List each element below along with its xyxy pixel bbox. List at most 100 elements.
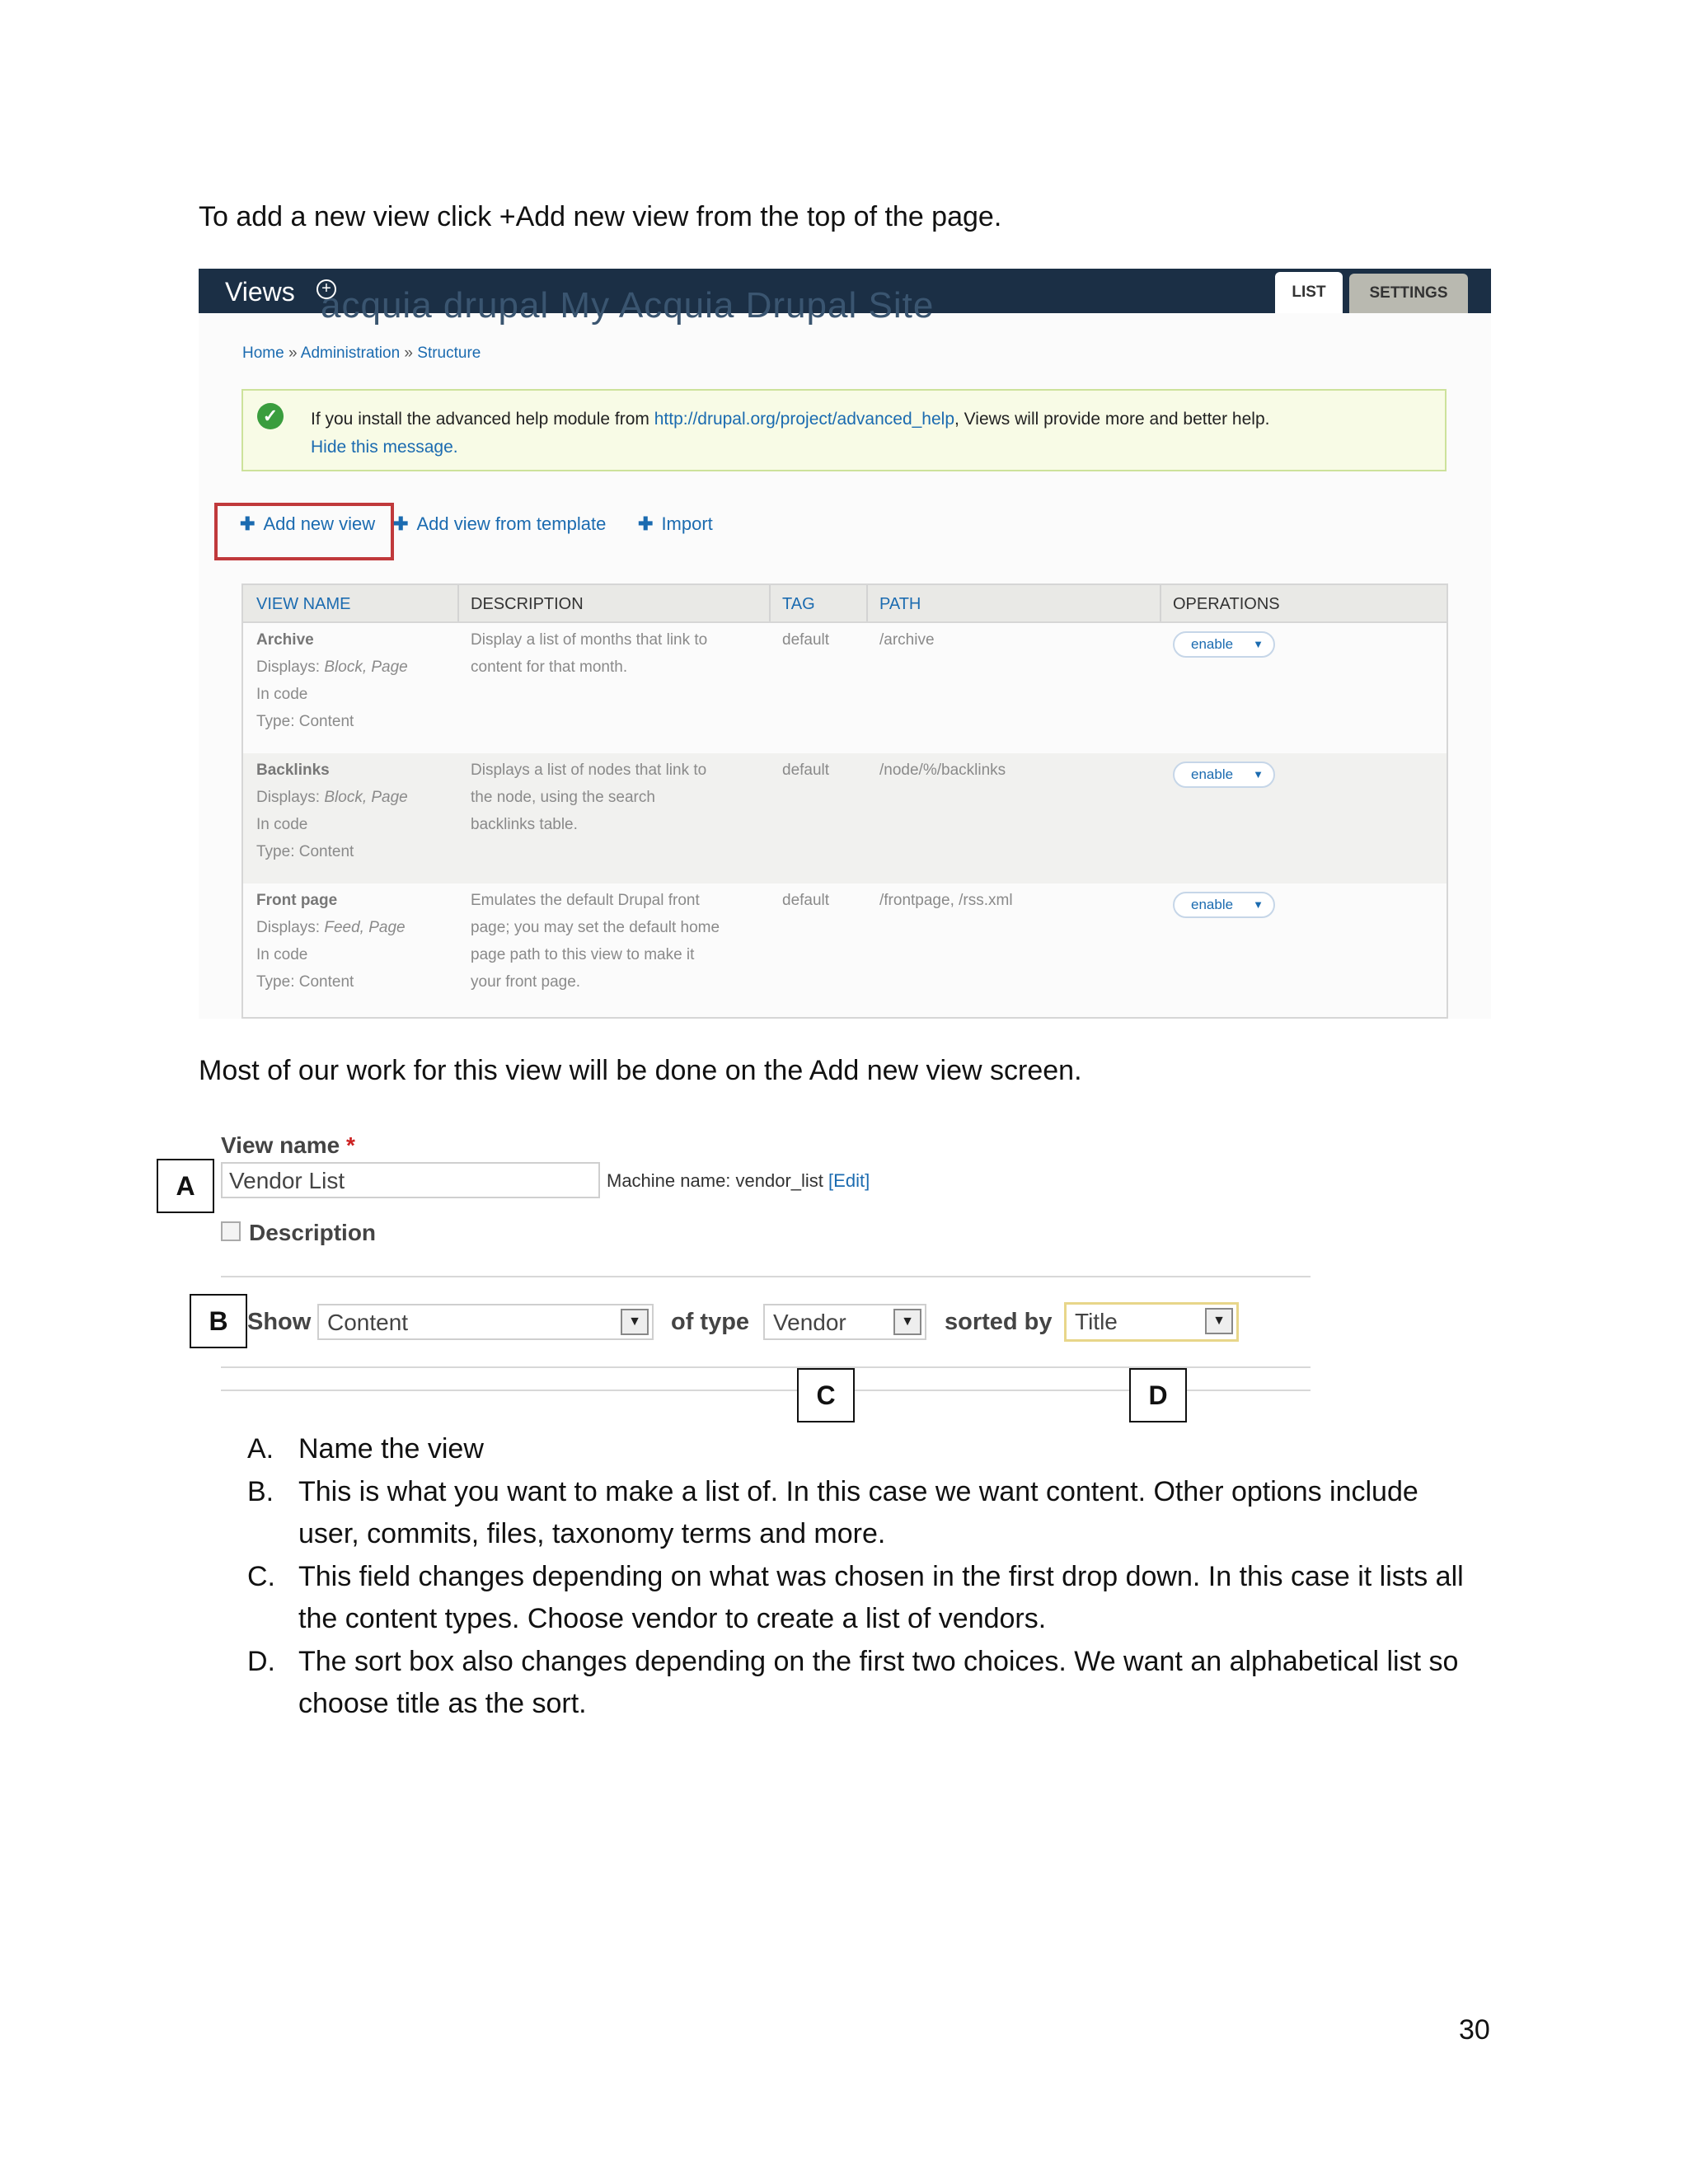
plus-icon: ✚ bbox=[638, 513, 654, 534]
list-item: A. Name the view bbox=[247, 1428, 1484, 1471]
plus-icon: ✚ bbox=[240, 513, 256, 534]
path-cell: /frontpage, /rss.xml bbox=[879, 892, 1013, 909]
enable-label: enable bbox=[1191, 766, 1234, 782]
breadcrumb: Home » Administration » Structure bbox=[242, 344, 481, 362]
view-name-label: View name * bbox=[221, 1132, 355, 1159]
description-label[interactable]: Description bbox=[249, 1220, 376, 1246]
caret-down-icon[interactable]: ▼ bbox=[1253, 763, 1264, 786]
import-link[interactable]: ✚ Import bbox=[638, 513, 713, 535]
list-marker: C. bbox=[247, 1560, 275, 1592]
col-divider bbox=[1160, 585, 1161, 621]
dropdown-arrow-icon[interactable]: ▼ bbox=[893, 1309, 921, 1335]
show-label: Show bbox=[247, 1309, 312, 1335]
of-type-select-value: Vendor bbox=[773, 1310, 846, 1335]
sorted-by-select-value: Title bbox=[1075, 1309, 1118, 1334]
enable-dropbutton[interactable]: enable ▼ bbox=[1173, 892, 1275, 918]
table-row: Backlinks Displays: Block, Page In code … bbox=[243, 753, 1447, 883]
add-new-view-link[interactable]: ✚ Add new view bbox=[240, 513, 375, 535]
description-line: Displays a list of nodes that link to bbox=[471, 762, 707, 779]
of-type-select[interactable]: Vendor ▼ bbox=[763, 1304, 926, 1340]
storage: In code bbox=[256, 946, 308, 963]
description-cell: Display a list of months that link to co… bbox=[471, 626, 707, 681]
add-new-view-label: Add new view bbox=[263, 513, 376, 534]
admin-header-bar: acquia drupal My Acquia Drupal Site View… bbox=[199, 269, 1491, 326]
table-row: Archive Displays: Block, Page In code Ty… bbox=[243, 623, 1447, 753]
add-shortcut-icon[interactable]: + bbox=[316, 279, 336, 299]
description-line: page; you may set the default home bbox=[471, 919, 720, 936]
path-cell: /archive bbox=[879, 631, 935, 649]
show-select[interactable]: Content ▼ bbox=[317, 1304, 654, 1340]
enable-label: enable bbox=[1191, 897, 1234, 912]
advanced-help-link[interactable]: http://drupal.org/project/advanced_help bbox=[654, 410, 954, 429]
view-name-label-text: View name bbox=[221, 1132, 340, 1158]
col-divider bbox=[457, 585, 459, 621]
add-view-from-template-link[interactable]: ✚ Add view from template bbox=[393, 513, 606, 535]
site-ghost-text: acquia drupal My Acquia Drupal Site bbox=[321, 285, 935, 326]
page-number: 30 bbox=[1459, 2014, 1490, 2046]
displays-label: Displays: bbox=[256, 658, 325, 676]
add-view-form-screenshot: View name * Vendor List Machine name: ve… bbox=[157, 1126, 1311, 1422]
description-line: the node, using the search bbox=[471, 789, 655, 806]
description-line: Emulates the default Drupal front bbox=[471, 892, 700, 909]
list-marker: A. bbox=[247, 1433, 274, 1465]
tab-settings[interactable]: SETTINGS bbox=[1349, 274, 1468, 313]
page-title: Views bbox=[225, 277, 295, 307]
breadcrumb-administration[interactable]: Administration bbox=[301, 344, 400, 362]
displays-value: Block, Page bbox=[324, 789, 408, 806]
dropdown-arrow-icon[interactable]: ▼ bbox=[621, 1309, 649, 1335]
caret-down-icon[interactable]: ▼ bbox=[1253, 633, 1264, 656]
caret-down-icon[interactable]: ▼ bbox=[1253, 893, 1264, 916]
edit-machine-name-link[interactable]: [Edit] bbox=[828, 1170, 870, 1191]
callout-a: A bbox=[157, 1159, 214, 1213]
hide-message-link[interactable]: Hide this message. bbox=[311, 438, 458, 457]
list-marker: B. bbox=[247, 1475, 274, 1507]
col-view-name[interactable]: VIEW NAME bbox=[256, 595, 350, 614]
table-row: Front page Displays: Feed, Page In code … bbox=[243, 883, 1447, 1014]
plus-icon: ✚ bbox=[393, 513, 409, 534]
machine-name: Machine name: vendor_list [Edit] bbox=[607, 1170, 870, 1192]
status-message-text: If you install the advanced help module … bbox=[311, 405, 1440, 462]
status-message: ✓ If you install the advanced help modul… bbox=[241, 389, 1447, 471]
notes-list: A. Name the view B. This is what you want … bbox=[247, 1428, 1484, 1726]
enable-label: enable bbox=[1191, 636, 1234, 652]
col-divider bbox=[866, 585, 868, 621]
breadcrumb-home[interactable]: Home bbox=[242, 344, 284, 362]
view-type: Type: Content bbox=[256, 713, 354, 730]
sorted-by-label: sorted by bbox=[945, 1309, 1053, 1335]
mid-text: Most of our work for this view will be d… bbox=[199, 1055, 1082, 1086]
tab-list[interactable]: LIST bbox=[1275, 272, 1343, 313]
message-text-before: If you install the advanced help module … bbox=[311, 410, 654, 429]
required-mark: * bbox=[346, 1132, 355, 1158]
col-path[interactable]: PATH bbox=[879, 595, 921, 614]
views-list-screenshot: acquia drupal My Acquia Drupal Site View… bbox=[199, 269, 1491, 1019]
displays-value: Block, Page bbox=[324, 658, 408, 676]
breadcrumb-structure[interactable]: Structure bbox=[417, 344, 481, 362]
dropdown-arrow-icon[interactable]: ▼ bbox=[1205, 1308, 1233, 1334]
enable-dropbutton[interactable]: enable ▼ bbox=[1173, 631, 1275, 658]
list-marker: D. bbox=[247, 1645, 275, 1677]
storage: In code bbox=[256, 686, 308, 703]
sorted-by-select[interactable]: Title ▼ bbox=[1064, 1302, 1239, 1342]
col-tag[interactable]: TAG bbox=[782, 595, 815, 614]
list-item: D. The sort box also changes depending on… bbox=[247, 1641, 1484, 1726]
storage: In code bbox=[256, 816, 308, 833]
enable-dropbutton[interactable]: enable ▼ bbox=[1173, 762, 1275, 788]
col-divider bbox=[769, 585, 771, 621]
callout-b: B bbox=[190, 1294, 247, 1348]
view-name-input[interactable]: Vendor List bbox=[221, 1162, 600, 1198]
list-item: C. This field changes depending on what w… bbox=[247, 1556, 1484, 1641]
list-item-text: The sort box also changes depending on t… bbox=[298, 1645, 1459, 1720]
tag-cell: default bbox=[782, 631, 830, 649]
description-line: your front page. bbox=[471, 973, 581, 991]
path-cell: /node/%/backlinks bbox=[879, 762, 1006, 779]
import-label: Import bbox=[661, 513, 713, 534]
view-name-cell: Backlinks Displays: Block, Page In code … bbox=[256, 757, 408, 865]
description-line: page path to this view to make it bbox=[471, 946, 695, 963]
description-cell: Emulates the default Drupal front page; … bbox=[471, 887, 720, 996]
table-header: VIEW NAME DESCRIPTION TAG PATH OPERATION… bbox=[243, 585, 1447, 623]
view-type: Type: Content bbox=[256, 973, 354, 991]
description-checkbox[interactable] bbox=[221, 1221, 241, 1241]
description-line: content for that month. bbox=[471, 658, 628, 676]
view-type: Type: Content bbox=[256, 843, 354, 860]
tag-cell: default bbox=[782, 892, 830, 909]
